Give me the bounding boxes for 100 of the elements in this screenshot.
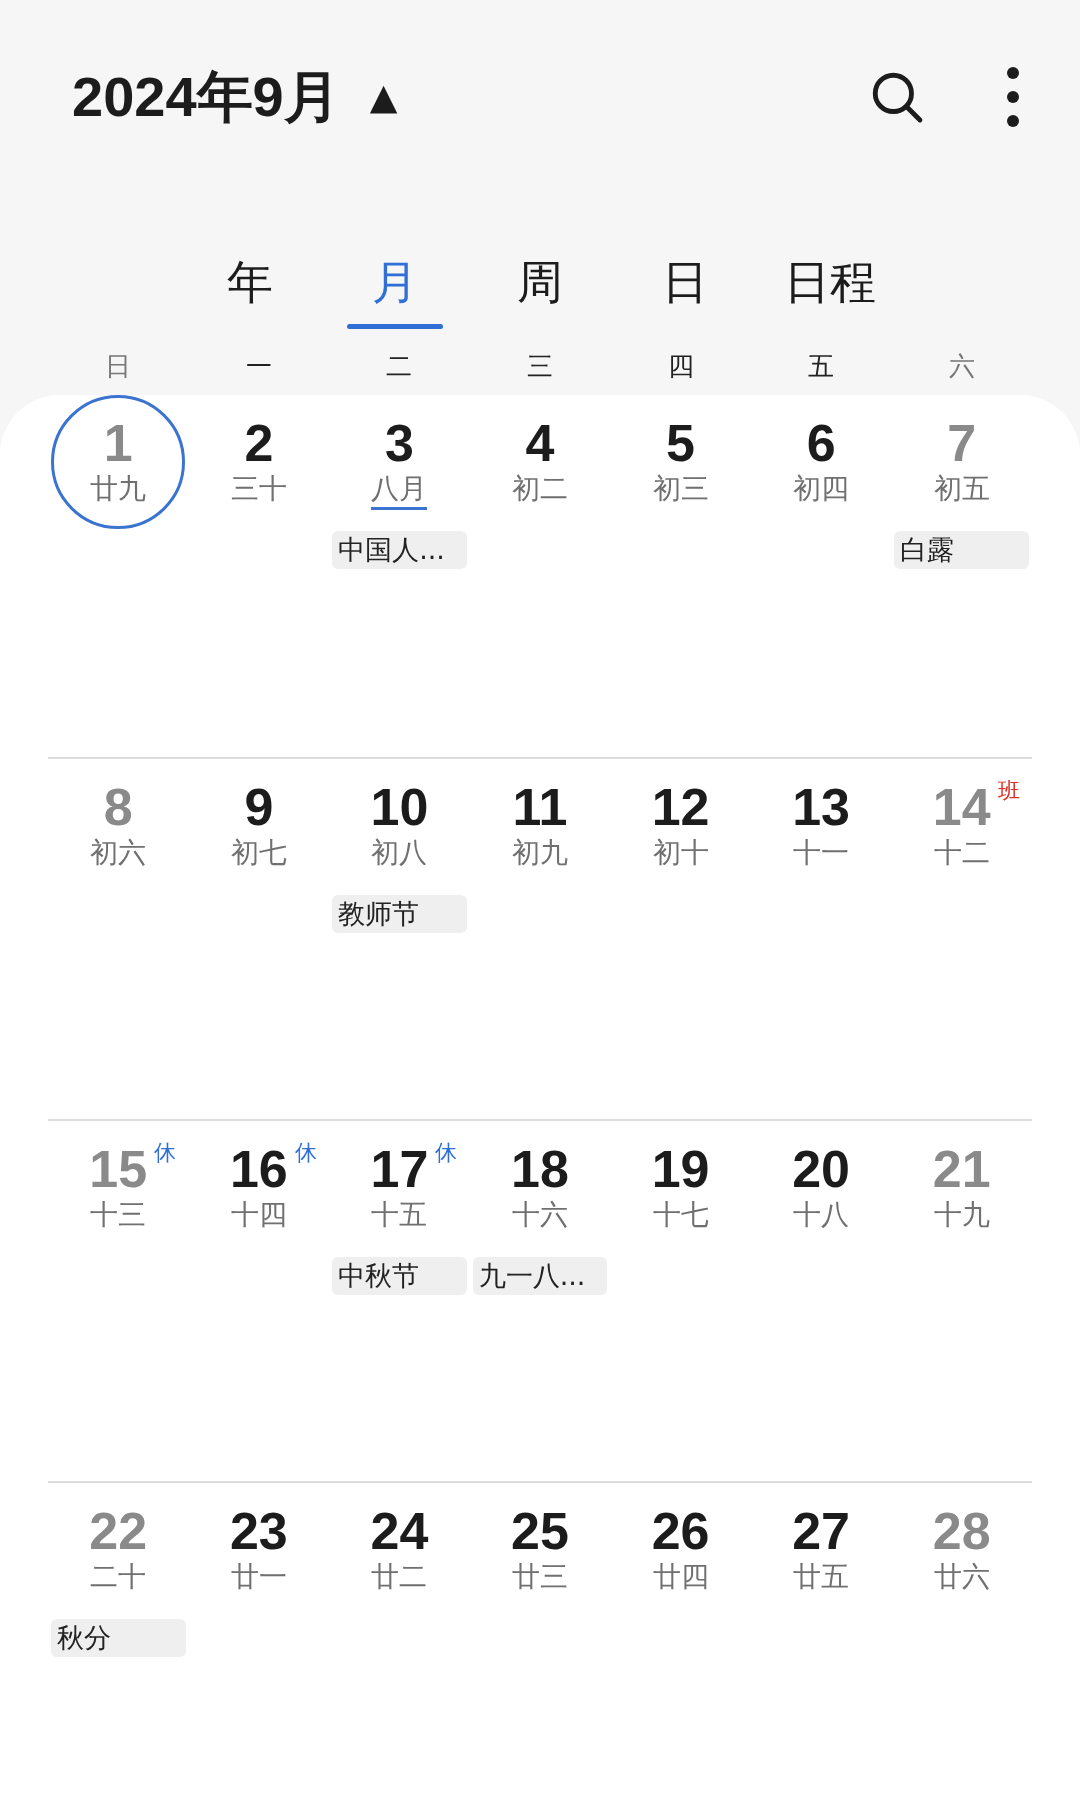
lunar-date: 十八 — [793, 1196, 850, 1233]
day-cell[interactable]: 13 十一 — [754, 759, 889, 893]
day-number: 22 — [89, 1502, 148, 1559]
day-number: 12 — [651, 778, 710, 835]
lunar-date: 十一 — [793, 834, 850, 871]
day-cell[interactable]: 2 三十 — [191, 395, 326, 529]
day-cell[interactable]: 19 十七 — [613, 1121, 748, 1255]
day-number: 6 — [806, 414, 836, 471]
day-number: 23 — [229, 1502, 288, 1559]
day-cell[interactable]: 27 廿五 — [754, 1483, 889, 1617]
lunar-date: 十三 — [90, 1196, 147, 1233]
lunar-date: 初二 — [512, 470, 568, 507]
day-cell[interactable]: 18 十六 — [473, 1121, 607, 1255]
view-tab[interactable]: 日程 — [757, 254, 903, 329]
event-chip[interactable]: 教师节 — [332, 895, 467, 933]
view-tab[interactable]: 日 — [612, 254, 758, 329]
day-number: 28 — [932, 1502, 991, 1559]
day-cell[interactable]: 4 初二 — [473, 395, 607, 529]
weekday-label: 六 — [947, 351, 976, 381]
weekday-label: 五 — [807, 351, 836, 381]
day-cell[interactable]: 20 十八 — [754, 1121, 889, 1255]
lunar-date: 初七 — [230, 834, 287, 871]
lunar-date: 十九 — [933, 1196, 990, 1233]
lunar-date: 廿五 — [793, 1558, 850, 1595]
lunar-date: 三十 — [230, 470, 287, 507]
lunar-date: 十四 — [230, 1196, 287, 1233]
lunar-date: 八月 — [371, 470, 428, 510]
day-cell[interactable]: 23 廿一 — [191, 1483, 326, 1617]
view-tab[interactable]: 周 — [467, 254, 613, 329]
lunar-date: 十六 — [512, 1196, 568, 1233]
weekday-label: 日 — [104, 351, 133, 381]
day-number: 1 — [103, 414, 133, 471]
day-number: 2 — [244, 414, 274, 471]
view-tab[interactable]: 月 — [322, 254, 468, 329]
lunar-date: 初六 — [90, 834, 147, 871]
day-cell[interactable]: 7 初五 — [894, 395, 1029, 529]
day-cell[interactable]: 5 初三 — [613, 395, 748, 529]
weekday-label: 一 — [244, 351, 273, 381]
weekday-label: 三 — [526, 351, 554, 381]
day-number: 5 — [666, 414, 695, 471]
day-cell[interactable]: 8 初六 — [51, 759, 186, 893]
lunar-date: 初九 — [512, 834, 568, 871]
lunar-date: 十七 — [652, 1196, 709, 1233]
day-number: 3 — [384, 414, 414, 471]
day-cell[interactable]: 6 初四 — [754, 395, 889, 529]
day-number: 13 — [792, 778, 851, 835]
lunar-date: 廿一 — [230, 1558, 287, 1595]
holiday-label: 休 — [435, 1142, 458, 1164]
day-number: 25 — [511, 1502, 569, 1559]
holiday-label: 班 — [997, 780, 1020, 802]
holiday-label: 休 — [294, 1142, 317, 1164]
lunar-date: 廿二 — [371, 1558, 428, 1595]
month-title[interactable]: 2024年9月 — [72, 55, 340, 139]
day-cell[interactable]: 26 廿四 — [613, 1483, 748, 1617]
day-number: 18 — [511, 1140, 569, 1197]
lunar-date: 初三 — [652, 470, 709, 507]
day-cell[interactable]: 11 初九 — [473, 759, 607, 893]
day-cell[interactable]: 22 二十 — [51, 1483, 186, 1617]
lunar-date: 廿六 — [933, 1558, 990, 1595]
event-chip[interactable]: 中国人... — [332, 531, 467, 569]
day-cell[interactable]: 10 初八 — [332, 759, 467, 893]
lunar-date: 初十 — [652, 834, 709, 871]
day-number: 19 — [651, 1140, 710, 1197]
day-number: 21 — [932, 1140, 991, 1197]
day-number: 15 — [89, 1140, 148, 1197]
lunar-date: 初四 — [793, 470, 850, 507]
event-chip[interactable]: 秋分 — [51, 1619, 186, 1657]
lunar-date: 十二 — [933, 834, 990, 871]
event-chip[interactable]: 九一八... — [472, 1257, 608, 1295]
day-cell[interactable]: 12 初十 — [613, 759, 748, 893]
day-cell[interactable]: 25 廿三 — [473, 1483, 607, 1617]
day-number: 10 — [370, 778, 429, 835]
event-chip[interactable]: 白露 — [894, 531, 1029, 569]
more-icon[interactable] — [1006, 66, 1020, 128]
day-cell[interactable]: 9 初七 — [191, 759, 326, 893]
day-number: 27 — [792, 1502, 851, 1559]
weekday-label: 二 — [385, 351, 414, 381]
day-cell[interactable]: 21 十九 — [894, 1121, 1029, 1255]
day-number: 4 — [525, 414, 555, 471]
lunar-date: 二十 — [90, 1558, 147, 1595]
day-number: 26 — [651, 1502, 710, 1559]
day-number: 24 — [370, 1502, 429, 1559]
event-chip[interactable]: 中秋节 — [332, 1257, 467, 1295]
day-number: 7 — [947, 414, 977, 471]
day-number: 14 — [932, 778, 991, 835]
day-cell[interactable]: 28 廿六 — [894, 1483, 1029, 1617]
lunar-date: 廿四 — [652, 1558, 709, 1595]
holiday-label: 休 — [154, 1142, 177, 1164]
day-number: 17 — [370, 1140, 429, 1197]
lunar-date: 廿三 — [512, 1558, 568, 1595]
lunar-date: 初五 — [933, 470, 990, 507]
day-number: 9 — [244, 778, 274, 835]
day-cell[interactable]: 24 廿二 — [332, 1483, 467, 1617]
lunar-date: 初八 — [371, 834, 428, 871]
day-cell[interactable]: 3 八月 — [332, 395, 467, 529]
lunar-date: 十五 — [371, 1196, 428, 1233]
day-number: 11 — [512, 778, 568, 835]
day-number: 20 — [792, 1140, 851, 1197]
view-tab[interactable]: 年 — [177, 254, 323, 329]
day-number: 16 — [229, 1140, 288, 1197]
